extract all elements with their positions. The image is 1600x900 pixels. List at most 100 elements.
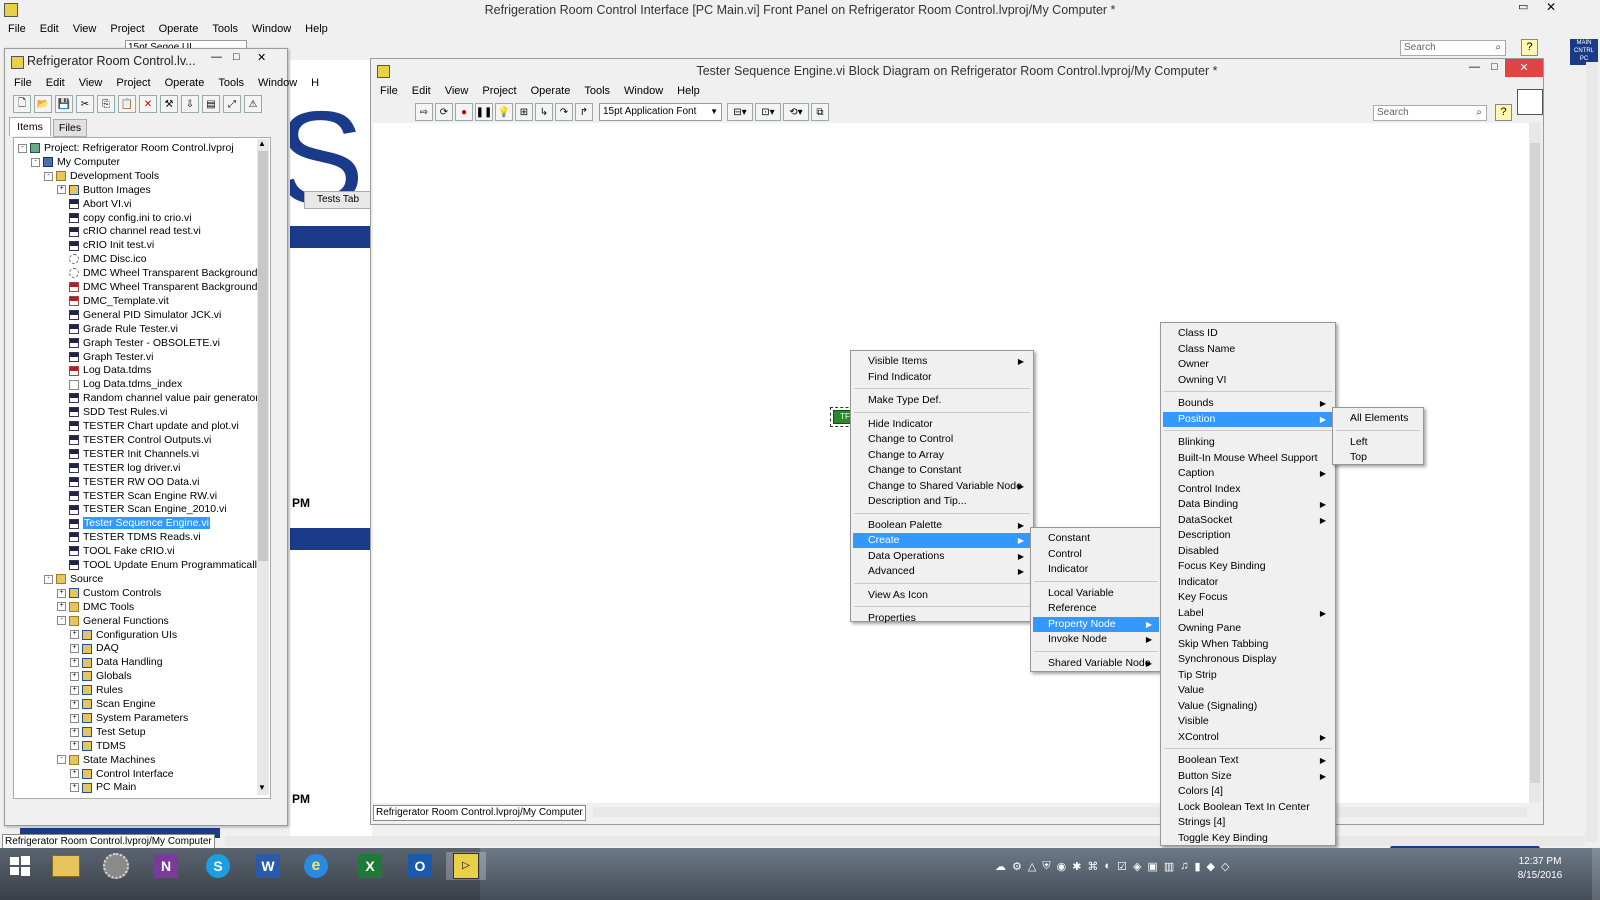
menu-item[interactable]: Property Node ▶ [1033, 616, 1159, 632]
project-menu-view[interactable]: View [72, 76, 110, 90]
scroll-thumb[interactable] [258, 151, 268, 561]
tree-item[interactable]: Log Data.tdms [14, 363, 151, 377]
tree-expander-icon[interactable]: + [70, 685, 79, 695]
tree-expander-icon[interactable]: - [44, 574, 53, 584]
menu-item[interactable]: Owning Pane [1163, 621, 1333, 636]
menu-item[interactable]: Control [1033, 547, 1159, 562]
tree-item[interactable]: Tester Sequence Engine.vi [14, 516, 210, 530]
tree-item[interactable]: + Data Handling [14, 655, 163, 669]
menu-item[interactable]: Hide Indicator [853, 417, 1031, 432]
menu-item[interactable]: Top [1335, 450, 1421, 465]
tree-item[interactable]: + Configuration UIs [14, 628, 177, 642]
save-all-icon[interactable]: 💾 [55, 95, 73, 113]
menu-item[interactable]: Value [1163, 683, 1333, 698]
tree-item[interactable]: cRIO Init test.vi [14, 238, 154, 252]
view-icon[interactable]: ▤ [202, 95, 220, 113]
project-menu-operate[interactable]: Operate [158, 76, 212, 90]
bd-vscroll[interactable] [1529, 123, 1541, 803]
paste-icon[interactable]: 📋 [118, 95, 136, 113]
menu-item[interactable]: Indicator [1163, 575, 1333, 590]
menu-window[interactable]: Window [245, 22, 298, 36]
tree-item[interactable]: TESTER log driver.vi [14, 461, 180, 475]
warning-icon[interactable]: ⚠ [244, 95, 262, 113]
project-menu-project[interactable]: Project [109, 76, 157, 90]
tray-icon[interactable]: ▣ [1147, 860, 1157, 874]
tree-item[interactable]: TESTER Init Channels.vi [14, 447, 199, 461]
menu-item[interactable]: All Elements [1335, 411, 1421, 426]
menu-item[interactable]: Data Binding ▶ [1163, 497, 1333, 512]
menu-item[interactable]: Label ▶ [1163, 606, 1333, 621]
cut-icon[interactable]: ✂ [76, 95, 94, 113]
tree-expander-icon[interactable]: + [70, 658, 79, 668]
menu-item[interactable]: Key Focus [1163, 590, 1333, 605]
tree-item[interactable]: + DAQ [14, 641, 119, 655]
menu-item[interactable]: Owner [1163, 357, 1333, 372]
tree-item[interactable]: TESTER RW OO Data.vi [14, 475, 200, 489]
tray-icon[interactable]: ☑ [1117, 860, 1127, 874]
menu-item[interactable]: Visible [1163, 714, 1333, 729]
tree-item[interactable]: cRIO channel read test.vi [14, 224, 201, 238]
tree-item[interactable]: Grade Rule Tester.vi [14, 322, 178, 336]
menu-tools[interactable]: Tools [205, 22, 245, 36]
menu-item[interactable]: Toggle Key Binding [1163, 831, 1333, 846]
menu-item[interactable]: Owning VI [1163, 373, 1333, 388]
main-help-button[interactable]: ? [1521, 39, 1538, 56]
tray-icon[interactable]: ✱ [1072, 860, 1081, 874]
tree-item[interactable]: + System Parameters [14, 711, 188, 725]
tree-expander-icon[interactable]: + [57, 185, 66, 195]
tree-item[interactable]: + PC Main [14, 780, 136, 794]
menu-item[interactable]: Change to Shared Variable Node ▶ [853, 479, 1031, 494]
app-icon[interactable] [96, 852, 136, 880]
menu-edit[interactable]: Edit [33, 22, 66, 36]
tree-expander-icon[interactable]: - [18, 143, 27, 153]
network-icon[interactable]: ▥ [1164, 860, 1174, 874]
retain-wire-values-icon[interactable]: ⊞ [515, 103, 533, 121]
tree-expander-icon[interactable]: + [70, 644, 79, 654]
tree-item[interactable]: TESTER Control Outputs.vi [14, 433, 211, 447]
bd-font-select[interactable]: 15pt Application Font ▼ [599, 103, 722, 121]
menu-item[interactable]: Visible Items ▶ [853, 354, 1031, 369]
cleanup-diagram-icon[interactable]: ⧉ [811, 103, 829, 121]
pause-icon[interactable]: ❚❚ [475, 103, 493, 121]
step-over-icon[interactable]: ↷ [555, 103, 573, 121]
tree-item[interactable]: - State Machines [14, 753, 155, 767]
tree-expander-icon[interactable]: - [57, 616, 66, 626]
minimize-icon[interactable]: ▭ [1518, 0, 1528, 13]
tray-icon[interactable]: ◉ [1057, 860, 1067, 874]
power-icon[interactable]: ▮ [1194, 860, 1200, 874]
bd-minimize-icon[interactable]: — [1469, 61, 1480, 73]
tree-item[interactable]: DMC Wheel Transparent Background.i [14, 266, 263, 280]
project-menu-help[interactable]: H [304, 76, 326, 90]
bd-menu-tools[interactable]: Tools [577, 84, 617, 98]
menu-item[interactable]: Change to Array [853, 448, 1031, 463]
menu-item[interactable]: Caption ▶ [1163, 466, 1333, 481]
close-icon[interactable]: ✕ [1546, 0, 1556, 14]
menu-item[interactable]: Built-In Mouse Wheel Support [1163, 451, 1333, 466]
tray-icon[interactable]: ◇ [1221, 860, 1229, 874]
outlook-icon[interactable]: O [400, 852, 440, 880]
menu-item[interactable]: Strings [4] [1163, 815, 1333, 830]
tree-item[interactable]: - General Functions [14, 614, 169, 628]
align-objects-icon[interactable]: ⊟▾ [727, 103, 753, 121]
menu-project[interactable]: Project [103, 22, 151, 36]
step-into-icon[interactable]: ↳ [535, 103, 553, 121]
tree-expander-icon[interactable]: + [70, 671, 79, 681]
bd-maximize-icon[interactable]: □ [1491, 61, 1498, 73]
menu-item[interactable]: Left [1335, 435, 1421, 450]
tree-expander-icon[interactable]: + [70, 713, 79, 723]
menu-item[interactable]: Control Index [1163, 482, 1333, 497]
menu-item[interactable]: Change to Constant [853, 463, 1031, 478]
main-vscroll[interactable] [1586, 62, 1598, 842]
project-menu-tools[interactable]: Tools [211, 76, 251, 90]
project-tab-files[interactable]: Files [53, 119, 87, 137]
bd-menu-view[interactable]: View [438, 84, 476, 98]
tree-item[interactable]: TESTER Chart update and plot.vi [14, 419, 239, 433]
highlight-execution-icon[interactable]: 💡 [495, 103, 513, 121]
menu-item[interactable]: Class Name [1163, 342, 1333, 357]
shield-icon[interactable]: ⛨ [1042, 860, 1050, 874]
tree-item[interactable]: - Source [14, 572, 103, 586]
project-menu-edit[interactable]: Edit [39, 76, 72, 90]
project-close-icon[interactable]: ✕ [257, 51, 266, 64]
menu-item[interactable]: Boolean Palette ▶ [853, 518, 1031, 533]
labview-icon[interactable]: ▷ [446, 852, 486, 880]
